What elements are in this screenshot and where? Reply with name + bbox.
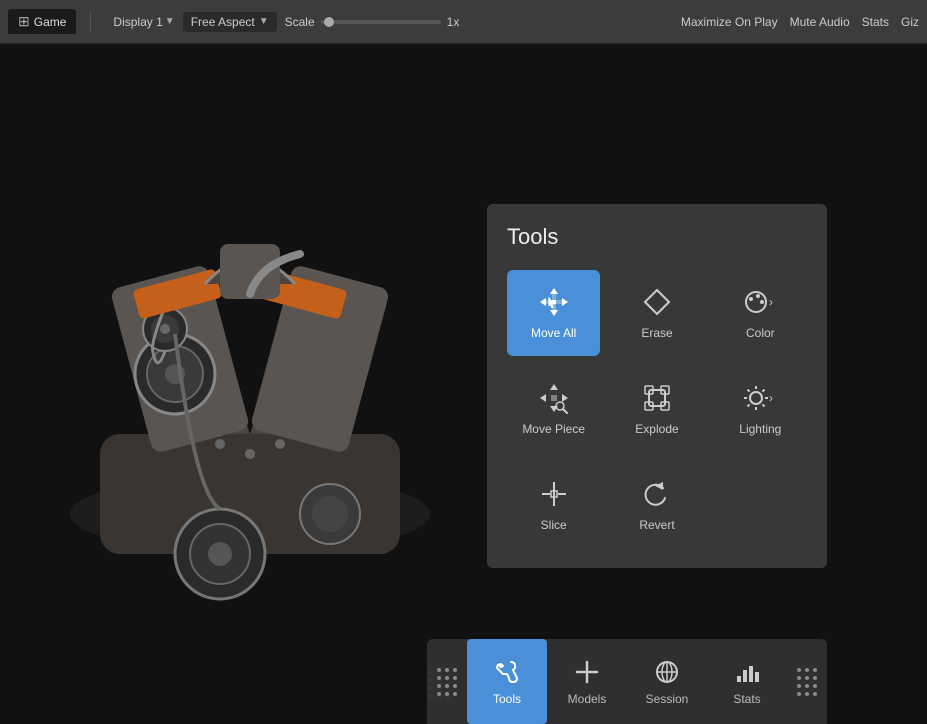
tool-explode[interactable]: Explode [610, 366, 703, 452]
tools-panel: Tools Move All [487, 204, 827, 568]
game-tab-label: Game [34, 15, 67, 29]
game-icon: ⊞ [18, 13, 30, 30]
tool-move-all[interactable]: Move All [507, 270, 600, 356]
tools-grid: Move All Erase › Color [507, 270, 807, 548]
nav-tools-icon [493, 658, 521, 686]
tool-revert[interactable]: Revert [610, 462, 703, 548]
scale-value: 1x [447, 15, 460, 29]
revert-label: Revert [639, 518, 674, 532]
tool-empty [714, 462, 807, 548]
stats-button[interactable]: Stats [862, 15, 889, 29]
move-all-label: Move All [531, 326, 576, 340]
svg-text:›: › [769, 391, 773, 405]
nav-stats-icon [733, 658, 761, 686]
svg-text:›: › [769, 295, 773, 309]
lighting-label: Lighting [739, 422, 781, 436]
nav-tools[interactable]: Tools [467, 639, 547, 724]
tool-slice[interactable]: Slice [507, 462, 600, 548]
top-bar: ⊞ Game Display 1 ▼ Free Aspect ▼ Scale 1… [0, 0, 927, 44]
nav-models-icon [573, 658, 601, 686]
aspect-dropdown-arrow: ▼ [259, 16, 269, 27]
scale-section: Scale 1x [285, 15, 460, 29]
scale-track[interactable] [321, 20, 441, 24]
bottom-nav: Tools Models Session [427, 639, 827, 724]
slice-icon [538, 478, 570, 510]
aspect-label: Free Aspect [191, 15, 255, 29]
explode-icon [641, 382, 673, 414]
content-area: Tools Move All [0, 44, 927, 724]
nav-tools-label: Tools [493, 692, 521, 706]
mute-audio-button[interactable]: Mute Audio [790, 15, 850, 29]
game-tab[interactable]: ⊞ Game [8, 9, 76, 34]
display-label: Display 1 [113, 15, 162, 29]
move-piece-label: Move Piece [522, 422, 585, 436]
slice-label: Slice [541, 518, 567, 532]
erase-label: Erase [641, 326, 672, 340]
nav-models[interactable]: Models [547, 639, 627, 724]
nav-models-label: Models [568, 692, 607, 706]
display-dropdown[interactable]: Display 1 ▼ [113, 15, 174, 29]
tool-move-piece[interactable]: Move Piece [507, 366, 600, 452]
engine-image [20, 134, 480, 634]
scale-label: Scale [285, 15, 315, 29]
color-icon: › [742, 286, 778, 318]
nav-stats[interactable]: Stats [707, 639, 787, 724]
move-all-icon [538, 286, 570, 318]
tool-lighting[interactable]: › Lighting [714, 366, 807, 452]
color-label: Color [746, 326, 775, 340]
maximize-on-play-button[interactable]: Maximize On Play [681, 15, 778, 29]
nav-dots-left [427, 639, 467, 724]
separator-1 [90, 12, 91, 32]
giz-button[interactable]: Giz [901, 15, 919, 29]
nav-session[interactable]: Session [627, 639, 707, 724]
display-dropdown-arrow: ▼ [165, 16, 175, 27]
erase-icon [641, 286, 673, 318]
nav-session-label: Session [646, 692, 689, 706]
tool-erase[interactable]: Erase [610, 270, 703, 356]
aspect-dropdown[interactable]: Free Aspect ▼ [183, 12, 277, 32]
nav-session-icon [653, 658, 681, 686]
tool-color[interactable]: › Color [714, 270, 807, 356]
nav-items: Tools Models Session [467, 639, 787, 724]
explode-label: Explode [635, 422, 678, 436]
scale-thumb [324, 17, 334, 27]
revert-icon [641, 478, 673, 510]
nav-stats-label: Stats [733, 692, 760, 706]
move-piece-icon [538, 382, 570, 414]
nav-dots-right [787, 639, 827, 724]
tools-title: Tools [507, 224, 807, 250]
lighting-icon: › [742, 382, 778, 414]
right-buttons: Maximize On Play Mute Audio Stats Giz [681, 15, 919, 29]
